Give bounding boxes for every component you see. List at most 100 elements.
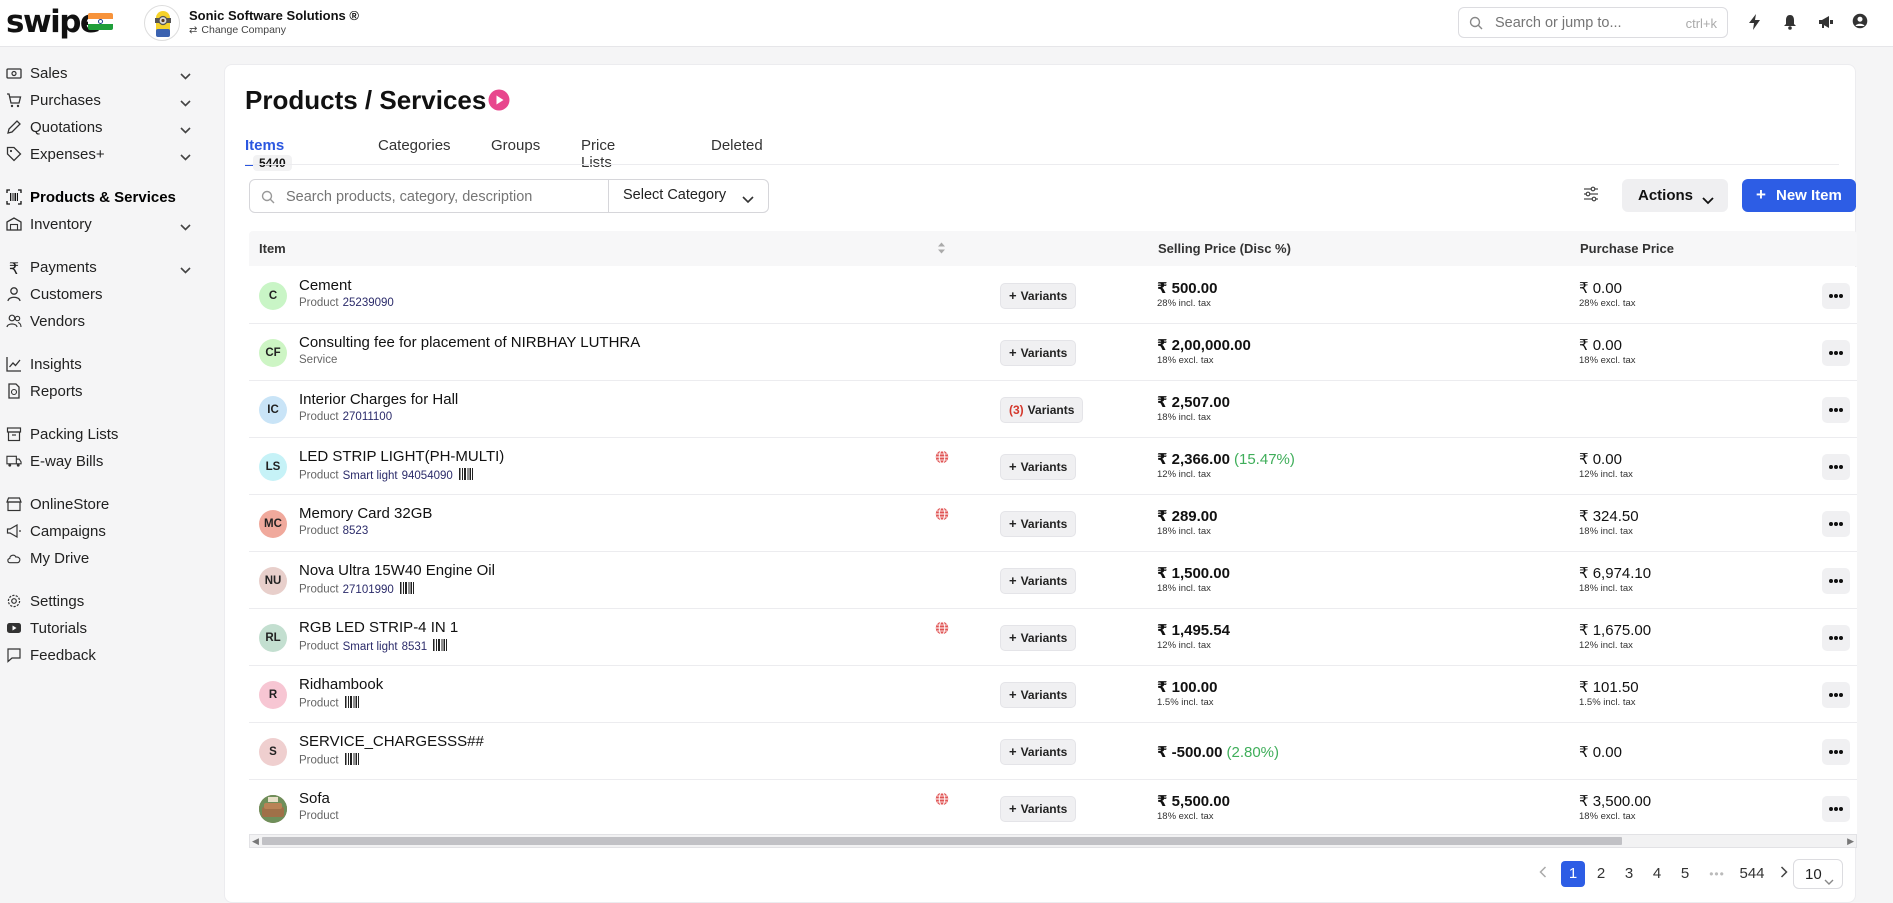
more-options-button[interactable] — [1822, 511, 1850, 537]
actions-button[interactable]: Actions — [1622, 179, 1728, 212]
item-name[interactable]: LED STRIP LIGHT(PH-MULTI) — [299, 448, 504, 465]
tab-deleted[interactable]: Deleted — [711, 137, 763, 166]
more-options-button[interactable] — [1822, 283, 1850, 309]
sidebar-item-insights[interactable]: Insights — [0, 353, 200, 375]
variants-button[interactable]: + Variants — [1000, 454, 1077, 480]
sidebar-item-my-drive[interactable]: My Drive — [0, 547, 200, 569]
more-options-button[interactable] — [1822, 397, 1850, 423]
page-2-button[interactable]: 2 — [1589, 861, 1613, 887]
search-icon — [1469, 16, 1483, 35]
company-avatar[interactable] — [144, 5, 180, 41]
column-header-purchase-price[interactable]: Purchase Price — [1580, 241, 1674, 256]
sidebar-item-payments[interactable]: ₹ Payments — [0, 256, 200, 278]
user-account-icon[interactable] — [1852, 13, 1872, 33]
tab-categories[interactable]: Categories — [378, 137, 451, 166]
table-row[interactable]: MC Memory Card 32GB Product 8523 + Variants ₹ … — [249, 495, 1857, 552]
play-video-icon[interactable] — [488, 89, 510, 111]
scroll-left-icon[interactable]: ◀ — [252, 836, 259, 847]
sidebar-item-purchases[interactable]: Purchases — [0, 89, 200, 111]
item-name[interactable]: Nova Ultra 15W40 Engine Oil — [299, 562, 495, 579]
global-search-input[interactable] — [1495, 13, 1665, 33]
table-row[interactable]: R Ridhambook Product + Variants ₹ 100.00 1.5% … — [249, 666, 1857, 723]
page-5-button[interactable]: 5 — [1673, 861, 1697, 887]
filter-settings-icon[interactable] — [1583, 186, 1603, 206]
sidebar-item-expenses[interactable]: Expenses+ — [0, 143, 200, 165]
tab-groups[interactable]: Groups — [491, 137, 540, 166]
global-search[interactable]: ctrl+k — [1458, 7, 1728, 38]
table-row[interactable]: CF Consulting fee for placement of NIRBHA… — [249, 324, 1857, 381]
change-company-link[interactable]: ⇄ Change Company — [189, 24, 286, 36]
sidebar-item-vendors[interactable]: Vendors — [0, 310, 200, 332]
column-header-item[interactable]: Item — [259, 241, 286, 256]
variants-button[interactable]: + Variants — [1000, 625, 1077, 651]
more-options-button[interactable] — [1822, 340, 1850, 366]
swipe-logo[interactable]: swipe — [6, 4, 101, 40]
sidebar-item-packing-lists[interactable]: Packing Lists — [0, 423, 200, 445]
item-name[interactable]: Cement — [299, 277, 352, 294]
variants-button[interactable]: + Variants — [1000, 682, 1077, 708]
item-name[interactable]: RGB LED STRIP-4 IN 1 — [299, 619, 458, 636]
table-row[interactable]: RL RGB LED STRIP-4 IN 1 Product Smart light… — [249, 609, 1857, 666]
tab-price-lists[interactable]: Price Lists — [581, 137, 615, 171]
sidebar-item-customers[interactable]: Customers — [0, 283, 200, 305]
table-row[interactable]: C Cement Product 25239090 + Variants ₹ 500.00 2… — [249, 267, 1857, 324]
more-options-button[interactable] — [1822, 796, 1850, 822]
item-name[interactable]: Consulting fee for placement of NIRBHAY … — [299, 334, 640, 351]
sidebar-item-inventory[interactable]: Inventory — [0, 213, 200, 235]
page-4-button[interactable]: 4 — [1645, 861, 1669, 887]
megaphone-icon[interactable] — [1817, 13, 1837, 33]
variants-button[interactable]: (3) Variants — [1000, 397, 1084, 423]
category-select[interactable]: Select Category — [608, 180, 770, 212]
new-item-button[interactable]: + New Item — [1742, 179, 1856, 212]
sidebar-item-settings[interactable]: Settings — [0, 590, 200, 612]
variants-button[interactable]: + Variants — [1000, 283, 1077, 309]
more-options-button[interactable] — [1822, 568, 1850, 594]
variants-button[interactable]: + Variants — [1000, 511, 1077, 537]
sidebar-item-quotations[interactable]: Quotations — [0, 116, 200, 138]
table-row[interactable]: S SERVICE_CHARGESSS## Product + Variants ₹ -5… — [249, 723, 1857, 780]
pagination-ellipsis[interactable]: ••• — [1702, 861, 1732, 887]
column-header-selling-price[interactable]: Selling Price (Disc %) — [1158, 241, 1291, 256]
sort-icon[interactable] — [937, 241, 946, 258]
sidebar-item-eway-bills[interactable]: E-way Bills — [0, 450, 200, 472]
variants-button[interactable]: + Variants — [1000, 568, 1077, 594]
item-name[interactable]: SERVICE_CHARGESSS## — [299, 733, 484, 750]
more-options-button[interactable] — [1822, 625, 1850, 651]
sidebar-item-campaigns[interactable]: Campaigns — [0, 520, 200, 542]
table-row[interactable]: NU Nova Ultra 15W40 Engine Oil Product 2710… — [249, 552, 1857, 609]
table-row[interactable]: IC Interior Charges for Hall Product 270111… — [249, 381, 1857, 438]
sidebar-item-sales[interactable]: Sales — [0, 62, 200, 84]
tab-items[interactable]: Items5440 — [245, 137, 292, 171]
more-options-button[interactable] — [1822, 739, 1850, 765]
variants-button[interactable]: + Variants — [1000, 739, 1077, 765]
barcode-icon — [344, 753, 359, 768]
scrollbar-thumb[interactable] — [262, 837, 1622, 845]
item-name[interactable]: Memory Card 32GB — [299, 505, 432, 522]
sidebar-item-products-services[interactable]: Products & Services — [0, 186, 200, 208]
sidebar-item-feedback[interactable]: Feedback — [0, 644, 200, 666]
more-options-button[interactable] — [1822, 454, 1850, 480]
product-search[interactable]: Select Category — [249, 179, 769, 213]
page-size-select[interactable]: 10 — [1793, 859, 1843, 889]
more-options-button[interactable] — [1822, 682, 1850, 708]
horizontal-scrollbar[interactable]: ◀ ▶ — [249, 834, 1857, 848]
sidebar-item-tutorials[interactable]: Tutorials — [0, 617, 200, 639]
table-row[interactable]: Sofa Product + Variants ₹ 5,500.00 18% excl. … — [249, 780, 1857, 837]
table-row[interactable]: LS LED STRIP LIGHT(PH-MULTI) Product Smart … — [249, 438, 1857, 495]
page-3-button[interactable]: 3 — [1617, 861, 1641, 887]
page-last-button[interactable]: 544 — [1733, 861, 1771, 887]
item-name[interactable]: Interior Charges for Hall — [299, 391, 458, 408]
variants-button[interactable]: + Variants — [1000, 796, 1077, 822]
product-search-input[interactable] — [286, 187, 606, 207]
sidebar-item-reports[interactable]: Reports — [0, 380, 200, 402]
page-1-button[interactable]: 1 — [1561, 861, 1585, 887]
prev-page-icon[interactable] — [1531, 861, 1555, 887]
item-name[interactable]: Ridhambook — [299, 676, 383, 693]
item-type: Product — [299, 583, 339, 596]
variants-button[interactable]: + Variants — [1000, 340, 1077, 366]
scroll-right-icon[interactable]: ▶ — [1847, 836, 1854, 847]
item-name[interactable]: Sofa — [299, 790, 330, 807]
bell-icon[interactable] — [1782, 13, 1802, 33]
lightning-icon[interactable] — [1747, 13, 1767, 33]
sidebar-item-onlinestore[interactable]: OnlineStore — [0, 493, 200, 515]
